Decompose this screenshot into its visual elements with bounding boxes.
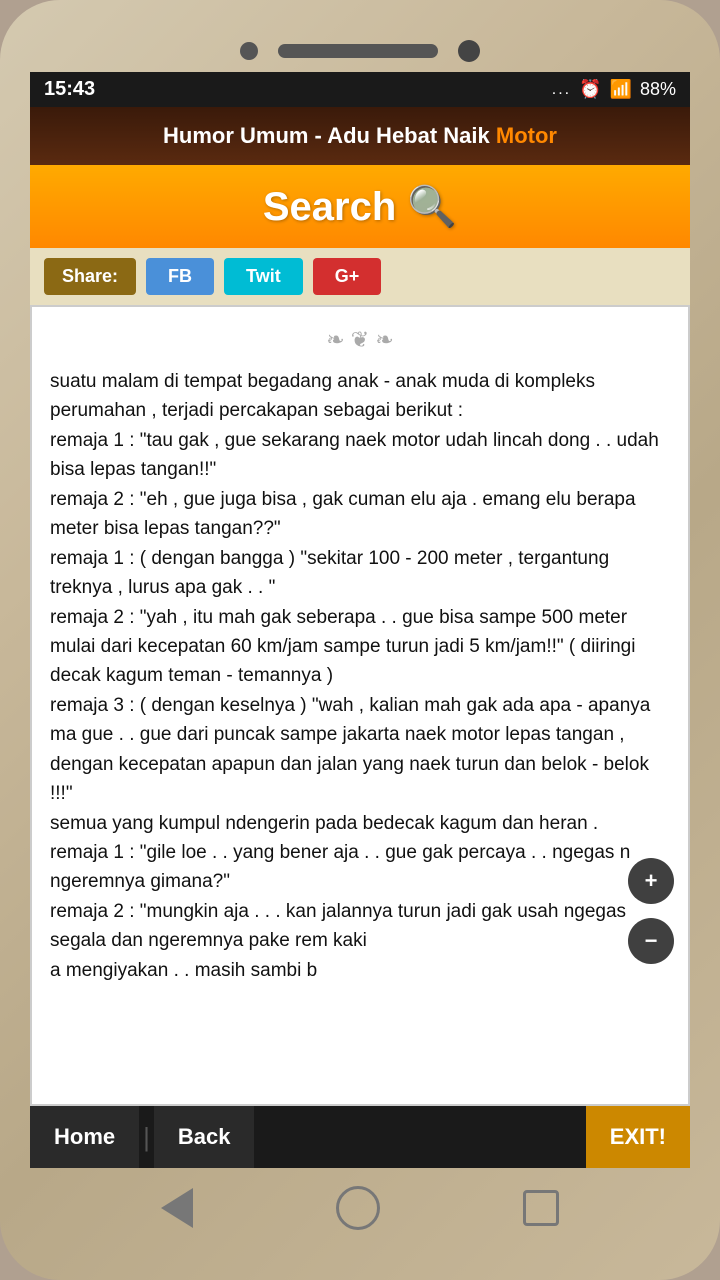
status-bar: 15:43 ... ⏰ 📶 88% [30, 72, 690, 107]
home-button[interactable]: Home [30, 1106, 139, 1168]
phone-bottom-icons [30, 1186, 690, 1230]
phone-top [30, 40, 690, 62]
app-header: Humor Umum - Adu Hebat Naik Motor [30, 107, 690, 165]
recents-nav-icon[interactable] [523, 1190, 559, 1226]
home-nav-icon[interactable] [336, 1186, 380, 1230]
zoom-in-icon: + [645, 868, 658, 894]
app-title: Humor Umum - Adu Hebat Naik Motor [50, 123, 670, 149]
camera-left [240, 42, 258, 60]
status-alarm-icon: ⏰ [579, 79, 601, 100]
nav-divider: | [139, 1122, 154, 1153]
speaker-bar [278, 44, 438, 58]
zoom-out-icon: − [645, 928, 658, 954]
camera-right [458, 40, 480, 62]
share-fb-button[interactable]: FB [146, 258, 214, 295]
bottom-nav: Home | Back EXIT! [30, 1106, 690, 1168]
share-twitter-button[interactable]: Twit [224, 258, 303, 295]
joke-text: suatu malam di tempat begadang anak - an… [50, 367, 670, 985]
zoom-in-button[interactable]: + [628, 858, 674, 904]
share-gplus-button[interactable]: G+ [313, 258, 382, 295]
ornament-divider: ❧ ❦ ❧ [50, 327, 670, 353]
content-area: ❧ ❦ ❧ suatu malam di tempat begadang ana… [30, 305, 690, 1106]
search-bar[interactable]: Search 🔍 [30, 165, 690, 248]
status-dots: ... [552, 81, 571, 99]
zoom-out-button[interactable]: − [628, 918, 674, 964]
share-bar: Share: FB Twit G+ [30, 248, 690, 305]
back-button[interactable]: Back [154, 1106, 255, 1168]
bottom-left-nav: Home | Back [30, 1106, 254, 1168]
back-nav-icon[interactable] [161, 1188, 193, 1228]
phone-frame: 15:43 ... ⏰ 📶 88% Humor Umum - Adu Hebat… [0, 0, 720, 1280]
search-label[interactable]: Search 🔍 [263, 185, 457, 229]
status-battery: 88% [640, 79, 676, 100]
exit-button[interactable]: EXIT! [586, 1106, 690, 1168]
status-signal-icon: 📶 [610, 79, 632, 100]
share-label: Share: [44, 258, 136, 295]
status-time: 15:43 [44, 78, 95, 101]
